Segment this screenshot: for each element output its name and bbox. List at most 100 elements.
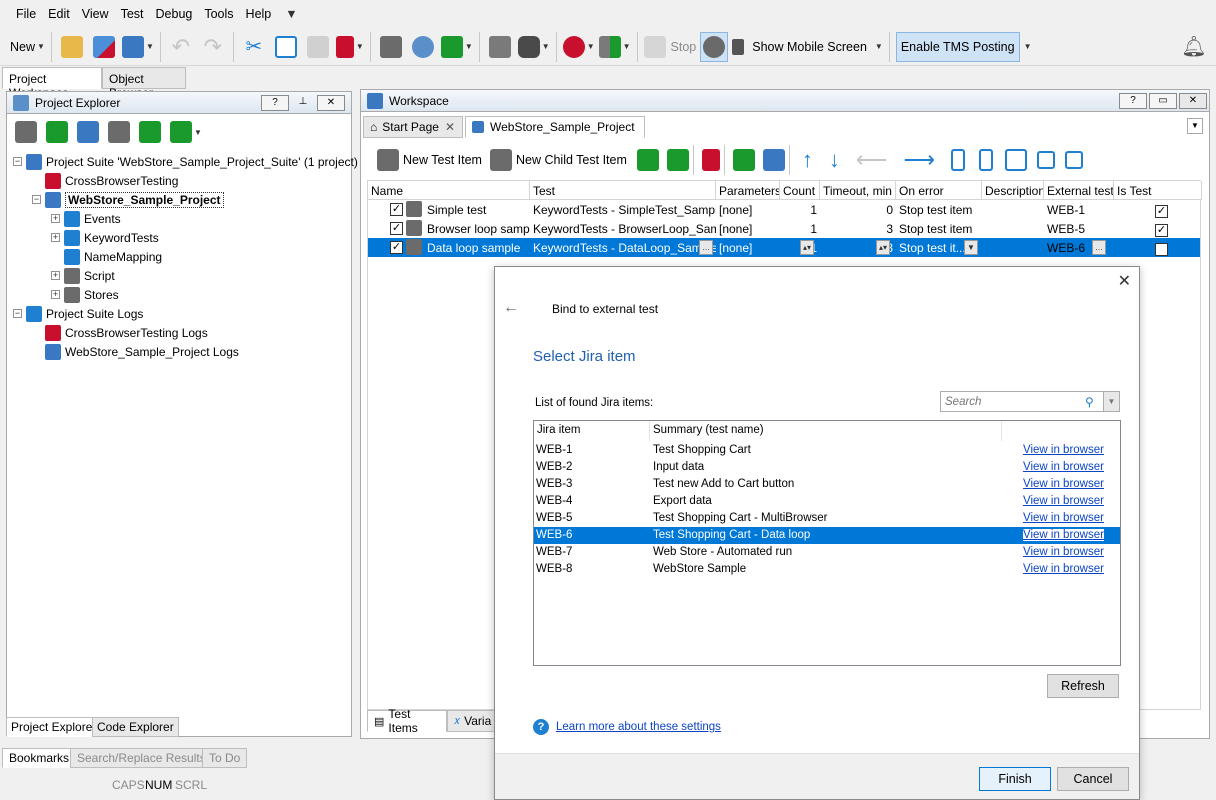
tabs-dropdown-icon[interactable]: ▼ — [1187, 118, 1203, 134]
collapse-icon[interactable]: − — [13, 309, 22, 318]
menu-file[interactable]: File — [10, 7, 42, 21]
timeout-spinner-icon[interactable]: ▴▾ — [876, 240, 890, 255]
menu-overflow-icon[interactable]: ▼ — [279, 7, 303, 21]
tree-item[interactable]: − Project Suite Logs — [13, 304, 143, 323]
properties-icon[interactable] — [108, 121, 130, 143]
close-workspace-button[interactable]: ✕ — [1179, 93, 1207, 109]
search-icon[interactable]: ⚲ — [1085, 395, 1094, 409]
new-child-test-item-button[interactable]: New Child Test Item — [489, 145, 627, 175]
tree-item[interactable]: − Project Suite 'WebStore_Sample_Project_… — [13, 152, 358, 171]
enable-tms-posting-button[interactable]: Enable TMS Posting — [895, 31, 1020, 62]
add-item-icon[interactable] — [46, 121, 68, 143]
column-description[interactable]: Description — [982, 181, 1044, 200]
enable-checkbox[interactable]: ✓ — [390, 241, 403, 254]
list-item[interactable]: WEB-6 Test Shopping Cart - Data loop View … — [534, 527, 1120, 544]
column-external-test[interactable]: External test — [1044, 181, 1114, 200]
new-button[interactable]: New ▼ — [10, 32, 45, 62]
column-is-test[interactable]: Is Test — [1114, 181, 1202, 200]
menu-debug[interactable]: Debug — [150, 7, 199, 21]
add-object-button[interactable] — [377, 32, 405, 62]
tree-item[interactable]: + Stores — [51, 285, 119, 304]
uncheck-all-icon[interactable] — [978, 149, 993, 171]
check-selected-icon[interactable] — [1036, 151, 1055, 169]
view-in-browser-link[interactable]: View in browser — [1023, 546, 1104, 558]
column-name[interactable]: Name — [368, 181, 530, 200]
collapse-icon[interactable]: − — [32, 195, 41, 204]
tab-project-workspace[interactable]: Project Workspace — [2, 67, 102, 100]
add-child-group-icon[interactable] — [666, 149, 689, 171]
stop-button[interactable]: Stop — [643, 32, 696, 62]
record-button[interactable]: ▼ — [562, 32, 595, 62]
column-count[interactable]: Count — [780, 181, 820, 200]
tree-item[interactable]: WebStore_Sample_Project Logs — [32, 342, 239, 361]
copy-button[interactable] — [272, 32, 300, 62]
arrow-right-icon[interactable]: ⟶ — [903, 147, 935, 173]
run-all-icon[interactable] — [762, 149, 785, 171]
add-new-item-icon[interactable] — [15, 121, 37, 143]
cell-is-test[interactable]: ✓ — [1114, 219, 1202, 238]
view-in-browser-link[interactable]: View in browser — [1023, 444, 1104, 456]
enable-checkbox[interactable]: ✓ — [390, 222, 403, 235]
search-dropdown-icon[interactable]: ▼ — [1103, 392, 1119, 411]
cell-is-test[interactable]: ✓ — [1114, 238, 1202, 257]
close-icon[interactable]: ✕ — [445, 120, 455, 134]
trash-icon[interactable] — [701, 149, 720, 171]
menu-tools[interactable]: Tools — [198, 7, 239, 21]
tab-webstore-project[interactable]: WebStore_Sample_Project — [465, 116, 645, 138]
column-timeout[interactable]: Timeout, min — [820, 181, 896, 200]
arrow-left-icon[interactable]: ⟵ — [856, 147, 888, 173]
arrow-up-icon[interactable]: ↑ — [802, 147, 813, 173]
uncheck-selected-icon[interactable] — [1064, 151, 1083, 169]
run-selected-icon[interactable] — [732, 149, 755, 171]
expand-icon[interactable]: + — [51, 271, 60, 280]
restore-button[interactable]: ▭ — [1149, 93, 1177, 109]
is-test-checkbox[interactable]: ✓ — [1155, 243, 1168, 256]
chevron-down-icon[interactable]: ▼ — [194, 128, 202, 137]
add-group-icon[interactable] — [636, 149, 659, 171]
menu-help[interactable]: Help — [240, 7, 278, 21]
view-in-browser-link[interactable]: View in browser — [1023, 512, 1104, 524]
test-ellipsis-button[interactable]: … — [699, 240, 713, 255]
finish-button[interactable]: Finish — [979, 767, 1051, 791]
tab-bookmarks[interactable]: Bookmarks — [2, 748, 77, 768]
enable-checkbox[interactable]: ✓ — [390, 203, 403, 216]
checkpoint-button[interactable]: ▼ — [440, 32, 473, 62]
on-error-dropdown-icon[interactable]: ▼ — [964, 240, 978, 255]
run-item-icon[interactable] — [170, 121, 192, 143]
learn-more-link[interactable]: Learn more about these settings — [556, 721, 721, 733]
tree-item[interactable]: CrossBrowserTesting — [32, 171, 178, 190]
check-all-icon[interactable] — [950, 149, 965, 171]
menu-test[interactable]: Test — [115, 7, 150, 21]
tab-search-replace-results[interactable]: Search/Replace Results — [70, 748, 213, 768]
cut-button[interactable]: ✂ — [240, 32, 268, 62]
column-summary[interactable]: Summary (test name) — [650, 421, 1002, 441]
column-on-error[interactable]: On error — [896, 181, 982, 200]
view-in-browser-link[interactable]: View in browser — [1023, 461, 1104, 473]
help-button[interactable]: ? — [1119, 93, 1147, 109]
redo-button[interactable]: ↷ — [199, 32, 227, 62]
menu-edit[interactable]: Edit — [42, 7, 76, 21]
delete-button[interactable]: ▼ — [335, 32, 364, 62]
expand-icon[interactable]: + — [51, 214, 60, 223]
view-in-browser-link[interactable]: View in browser — [1023, 495, 1104, 507]
list-item[interactable]: WEB-2 Input data View in browser — [534, 459, 1120, 476]
check-group-icon[interactable] — [1004, 149, 1027, 171]
pin-icon[interactable]: ⊥ — [289, 95, 317, 111]
show-mobile-screen-button[interactable]: Show Mobile Screen ▼ — [732, 32, 883, 62]
close-project-button[interactable] — [90, 32, 118, 62]
tree-item[interactable]: + Script — [51, 266, 115, 285]
debug-button[interactable] — [700, 31, 729, 62]
column-test[interactable]: Test — [530, 181, 716, 200]
count-spinner-icon[interactable]: ▴▾ — [800, 240, 814, 255]
list-item[interactable]: WEB-4 Export data View in browser — [534, 493, 1120, 510]
list-item[interactable]: WEB-5 Test Shopping Cart - MultiBrowser Vi… — [534, 510, 1120, 527]
list-item[interactable]: WEB-8 WebStore Sample View in browser — [534, 561, 1120, 578]
open-button[interactable] — [58, 32, 86, 62]
collapse-icon[interactable]: − — [13, 157, 22, 166]
save-button[interactable]: ▼ — [121, 32, 154, 62]
close-panel-button[interactable]: ✕ — [317, 95, 345, 111]
list-item[interactable]: WEB-3 Test new Add to Cart button View in … — [534, 476, 1120, 493]
tree-item[interactable]: + KeywordTests — [51, 228, 159, 247]
tab-variables[interactable]: 𝑥 Varia — [447, 710, 497, 732]
view-in-browser-link[interactable]: View in browser — [1023, 478, 1104, 490]
